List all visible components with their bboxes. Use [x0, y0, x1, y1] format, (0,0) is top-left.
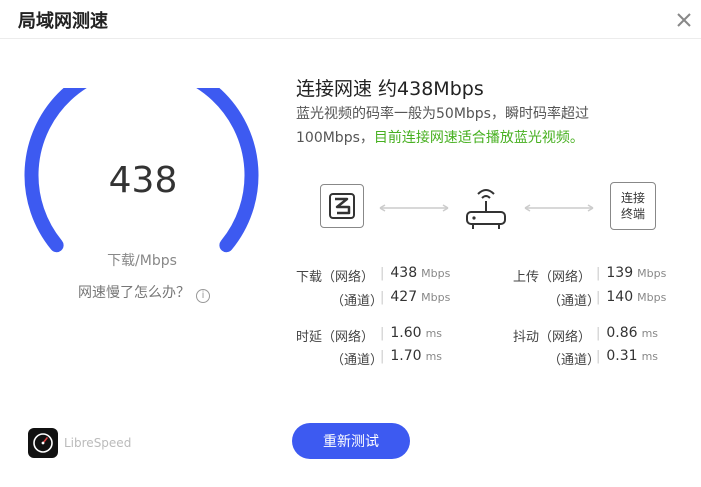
window-title: 局域网测速: [18, 11, 108, 32]
upload-channel-label: （通道）: [548, 294, 601, 309]
jitter-network-value: | 0.86 ms: [596, 325, 659, 341]
speed-value: 438: [108, 160, 178, 201]
device-logo-icon: [329, 193, 355, 219]
terminal-label-line1: 连接: [620, 191, 645, 205]
jitter-channel-value: | 0.31 ms: [596, 348, 659, 364]
jitter-network-label: 抖动（网络）: [513, 330, 592, 345]
download-network-value: | 438 Mbps: [380, 265, 451, 281]
upload-network-label: 上传（网络）: [513, 270, 592, 285]
download-channel-label: （通道）: [331, 294, 384, 309]
download-network-label: 下载（网络）: [296, 270, 375, 285]
brand-name: LibreSpeed: [64, 436, 132, 450]
retest-button[interactable]: 重新测试: [292, 423, 410, 459]
connection-diagram: 连接 终端: [296, 182, 666, 236]
latency-channel-value: | 1.70 ms: [380, 348, 443, 364]
description-highlight: 目前连接网速适合播放蓝光视频。: [373, 130, 584, 146]
info-icon: i: [196, 289, 210, 303]
title-bar: 局域网测速: [0, 0, 701, 39]
terminal-node: 连接 终端: [610, 182, 656, 230]
result-headline: 连接网速 约438Mbps: [296, 78, 484, 100]
download-channel-value: | 427 Mbps: [380, 289, 451, 305]
latency-channel-label: （通道）: [331, 353, 384, 368]
latency-network-value: | 1.60 ms: [380, 325, 443, 341]
upload-channel-value: | 140 Mbps: [596, 289, 667, 305]
speed-unit: 下载/Mbps: [107, 253, 177, 269]
help-text: 网速慢了怎么办？: [78, 285, 190, 301]
terminal-label-line2: 终端: [620, 207, 645, 221]
jitter-channel-label: （通道）: [548, 353, 601, 368]
result-description: 蓝光视频的码率一般为50Mbps，瞬时码率超过100Mbps，目前连接网速适合播…: [296, 102, 656, 150]
link-arrow-1: [379, 204, 449, 212]
close-icon[interactable]: [674, 10, 694, 30]
speedometer-logo-icon: [33, 433, 53, 453]
slow-network-help-link[interactable]: 网速慢了怎么办？ i: [78, 282, 210, 303]
upload-network-value: | 139 Mbps: [596, 265, 667, 281]
device-node: [320, 184, 364, 228]
latency-network-label: 时延（网络）: [296, 330, 375, 345]
router-wifi-icon: [466, 189, 506, 229]
link-arrow-2: [524, 204, 594, 212]
librespeed-logo: [28, 428, 58, 458]
